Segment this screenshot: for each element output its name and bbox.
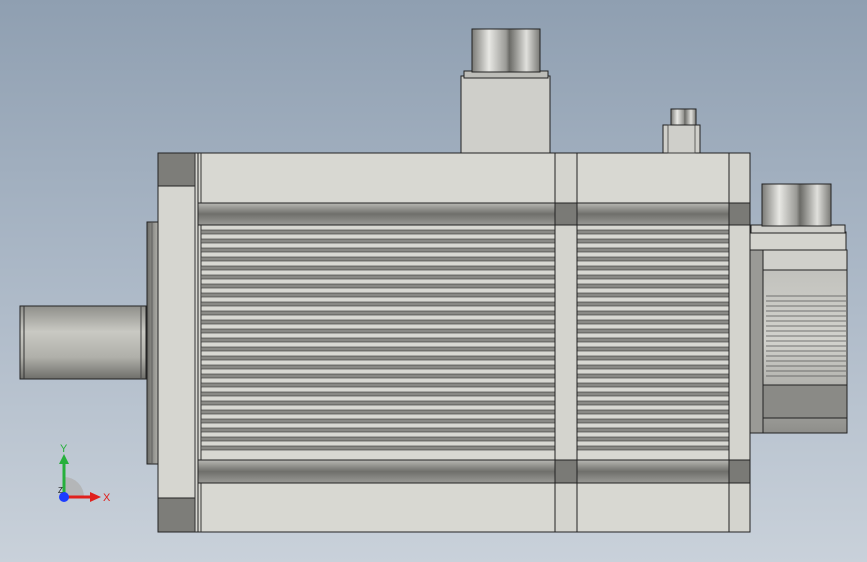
cooling-fin: [200, 445, 556, 451]
cooling-fin: [200, 418, 556, 424]
cooling-fin: [200, 265, 556, 271]
cooling-fin: [576, 247, 730, 253]
cooling-fin: [576, 409, 730, 415]
cooling-fin: [576, 229, 730, 235]
cooling-fin: [200, 328, 556, 334]
cooling-fin: [200, 391, 556, 397]
cooling-fin: [576, 436, 730, 442]
cooling-fin: [200, 400, 556, 406]
cooling-fin: [200, 436, 556, 442]
cooling-fin: [576, 328, 730, 334]
cooling-fin: [200, 382, 556, 388]
cooling-fin: [200, 274, 556, 280]
cooling-fin: [200, 319, 556, 325]
y-axis-arrowhead: [59, 454, 69, 464]
cooling-fin: [576, 445, 730, 451]
cooling-fin: [200, 229, 556, 235]
cooling-fin: [576, 265, 730, 271]
cooling-fin: [200, 355, 556, 361]
cooling-fin: [200, 409, 556, 415]
motor-body: [197, 152, 751, 533]
cooling-fin: [576, 337, 730, 343]
front-flange: [157, 152, 199, 533]
encoder-housing: [749, 183, 848, 434]
cooling-fin: [576, 256, 730, 262]
cooling-fin: [200, 283, 556, 289]
cooling-fin: [576, 283, 730, 289]
cooling-fin: [200, 301, 556, 307]
cooling-fin: [200, 238, 556, 244]
cooling-fin: [576, 373, 730, 379]
cooling-fin: [576, 391, 730, 397]
power-connector: [460, 28, 551, 154]
cooling-fin: [576, 319, 730, 325]
servo-motor-model[interactable]: [0, 0, 867, 562]
cooling-fin: [576, 427, 730, 433]
cooling-fin: [576, 364, 730, 370]
cooling-fin: [576, 292, 730, 298]
z-axis-label: Z: [58, 486, 63, 495]
x-axis-arrowhead: [90, 492, 101, 502]
cooling-fin: [576, 238, 730, 244]
cooling-fin: [576, 382, 730, 388]
x-axis-label: X: [103, 492, 111, 504]
cooling-fin: [200, 337, 556, 343]
small-connector: [662, 108, 701, 154]
motor-shaft: [19, 305, 147, 380]
cooling-fin: [200, 373, 556, 379]
cooling-fin: [200, 427, 556, 433]
cooling-fin: [576, 346, 730, 352]
cooling-fin: [200, 364, 556, 370]
cooling-fin: [200, 310, 556, 316]
y-axis-label: Y: [60, 443, 68, 455]
cooling-fin: [576, 301, 730, 307]
cooling-fin: [200, 256, 556, 262]
cooling-fin: [576, 274, 730, 280]
cooling-fin: [576, 400, 730, 406]
front-pilot: [146, 221, 160, 465]
cooling-fin: [576, 310, 730, 316]
cooling-fin: [200, 346, 556, 352]
graphics-viewport[interactable]: Y X Z: [0, 0, 867, 562]
cooling-fin: [200, 292, 556, 298]
cooling-fin: [576, 418, 730, 424]
orientation-triad: Y X Z: [58, 443, 111, 504]
cooling-fin: [576, 355, 730, 361]
cooling-fin: [200, 247, 556, 253]
